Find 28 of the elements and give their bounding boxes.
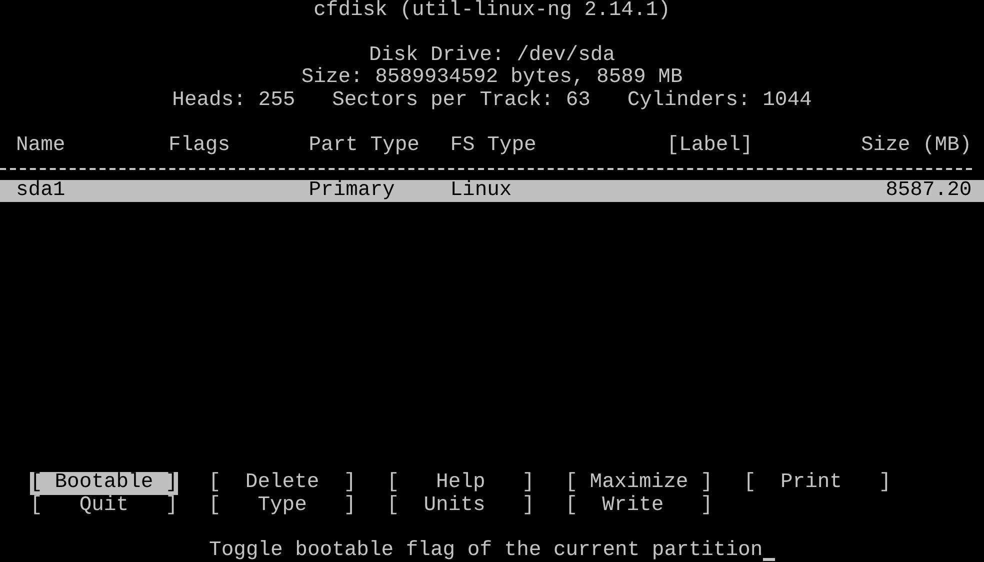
status-message: Toggle bootable flag of the current partition [209,540,763,562]
menu-button[interactable]: [ Print ] [744,472,892,495]
column-header: Flags [168,134,232,158]
column-header: Size (MB) [860,134,972,158]
table-cell-text: Primary [308,180,396,202]
disk-drive-text: Disk Drive: /dev/sda [368,44,616,67]
table-cell-text: 8587.20 [884,180,972,202]
partition-row[interactable]: sda1 Primary Linux 8587.20 [0,180,984,202]
menu-button[interactable]: [ Write ] [565,494,713,518]
program-title: cfdisk (util-linux-ng 2.14.1) [314,0,670,22]
column-header: Part Type [308,134,420,158]
menu-button[interactable]: [ Bootable ] [30,472,178,495]
table-cell-text: sda1 [16,180,66,202]
table-cell-text: Linux [450,180,513,202]
geometry-text: Sectors per Track: 63 [332,90,590,112]
menu-button[interactable]: [ Quit ] [30,494,178,518]
menu-button[interactable]: [ Maximize ] [565,472,713,495]
column-header: [Label] [666,134,754,158]
disk-size-text: Size: 8589934592 bytes, 8589 MB [301,67,683,90]
column-header: FS Type [450,134,538,158]
geometry-text: Cylinders: 1044 [627,90,812,112]
menu-button[interactable]: [ Help ] [386,472,534,495]
text-cursor [762,558,775,561]
menu-button[interactable]: [ Type ] [208,494,356,518]
geometry-text: Heads: 255 [172,90,296,112]
menu-button[interactable]: [ Delete ] [208,472,356,495]
menu-button[interactable]: [ Units ] [386,494,534,518]
column-header: Name [16,134,66,158]
